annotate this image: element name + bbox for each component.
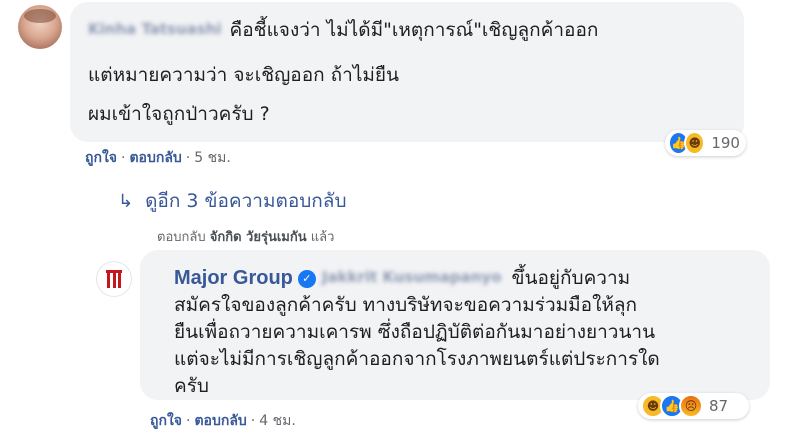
reply-context-prefix: ตอบกลับ (157, 230, 206, 245)
haha-icon: ☻ (684, 131, 706, 155)
view-more-replies-label: ดูอีก 3 ข้อความตอบกลับ (145, 190, 347, 212)
reply-text: ครับ (174, 375, 209, 397)
reply-context-suffix: แล้ว (310, 230, 335, 245)
commenter-avatar[interactable] (18, 5, 62, 49)
view-more-replies-link[interactable]: ↳ ดูอีก 3 ข้อความตอบกลับ (118, 186, 347, 216)
major-group-logo (106, 270, 122, 288)
reaction-summary[interactable]: 👍 ☻ 190 (665, 130, 746, 156)
reply-actions: ถูกใจ · ตอบกลับ · 4 ชม. (150, 410, 296, 432)
mentioned-user[interactable]: Jakkrit Kusumapanyo (322, 264, 502, 290)
reaction-count: 190 (711, 134, 740, 152)
reply-context: ตอบกลับ จักกิด วัยรุ่นเมกัน แล้ว (157, 226, 334, 247)
reply-text: สมัครใจของลูกค้าครับ ทางบริษัทจะขอความร่… (174, 294, 638, 316)
reply-arrow-icon: ↳ (118, 190, 134, 212)
reply-line: Major Group ✓ Jakkrit Kusumapanyo ขึ้นอยู่ก… (174, 264, 630, 291)
comment-text: คือชี้แจงว่า ไม่ได้มี"เหตุการณ์"เชิญลูกค… (229, 19, 599, 41)
angry-icon: ☹ (679, 394, 703, 418)
reply-link[interactable]: ตอบกลับ (194, 413, 246, 429)
timestamp[interactable]: 4 ชม. (259, 413, 296, 429)
separator-dot: · (186, 413, 191, 429)
verified-badge-icon: ✓ (297, 270, 316, 288)
separator-dot: · (185, 150, 191, 166)
reply-text: ขึ้นอยู่กับความ (511, 267, 631, 289)
reply-text: ยืนเพื่อถวายความเคารพ ซึ่งถือปฏิบัติต่อก… (174, 321, 656, 343)
comment-actions: ถูกใจ · ตอบกลับ · 5 ชม. (85, 147, 231, 169)
reply-link[interactable]: ตอบกลับ (129, 150, 181, 166)
comment-bubble: Kinha Tatsuashi คือชี้แจงว่า ไม่ได้มี"เหต… (70, 2, 744, 142)
reply-author-name[interactable]: Major Group (174, 267, 293, 289)
comment-line: Kinha Tatsuashi คือชี้แจงว่า ไม่ได้มี"เหต… (88, 16, 598, 43)
reply-text: แต่จะไม่มีการเชิญลูกค้าออกจากโรงภาพยนตร์… (174, 348, 660, 370)
reaction-summary[interactable]: ☻ 👍 ☹ 87 (638, 393, 749, 419)
separator-dot: · (121, 150, 126, 166)
commenter-name[interactable]: Kinha Tatsuashi (88, 16, 222, 42)
separator-dot: · (250, 413, 256, 429)
comment-text: ผมเข้าใจถูกป่าวครับ ? (88, 103, 270, 125)
major-group-avatar[interactable] (97, 262, 131, 296)
reaction-count: 87 (709, 397, 729, 415)
reply-context-name[interactable]: จักกิด วัยรุ่นเมกัน (210, 230, 307, 245)
like-link[interactable]: ถูกใจ (150, 413, 182, 429)
timestamp[interactable]: 5 ชม. (194, 150, 231, 166)
comment-text: แต่หมายความว่า จะเชิญออก ถ้าไม่ยืน (88, 64, 400, 86)
like-link[interactable]: ถูกใจ (85, 150, 117, 166)
